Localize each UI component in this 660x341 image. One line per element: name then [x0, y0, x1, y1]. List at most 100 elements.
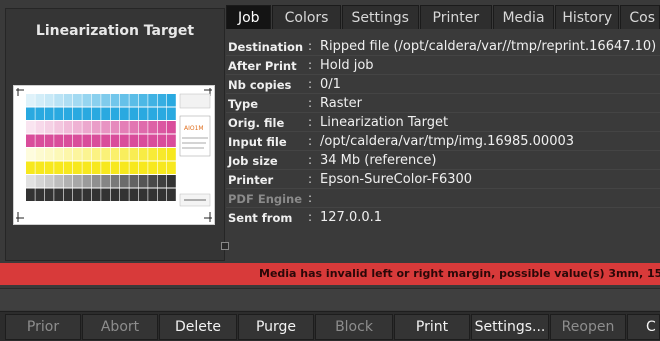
- cut-button[interactable]: C: [627, 314, 660, 340]
- target-patch: [120, 107, 129, 120]
- target-patch: [54, 107, 63, 120]
- target-patch: [54, 134, 63, 147]
- target-patch: [73, 134, 82, 147]
- info-row-sent-from: Sent from : 127.0.0.1: [226, 208, 660, 227]
- settings-button[interactable]: Settings...: [471, 314, 549, 340]
- bottom-toolbar: Prior Abort Delete Purge Block Print Set…: [0, 311, 660, 341]
- target-patch: [73, 188, 82, 201]
- target-patch: [110, 148, 120, 161]
- info-key: Input file: [228, 135, 287, 149]
- target-patch: [82, 107, 92, 120]
- info-value: Hold job: [320, 58, 374, 73]
- target-patch: [138, 134, 148, 147]
- info-separator: :: [308, 191, 313, 205]
- target-patch: [167, 121, 176, 134]
- target-patch: [54, 94, 63, 107]
- target-patch: [167, 188, 176, 201]
- tab-job[interactable]: Job: [226, 5, 272, 29]
- target-patch: [82, 188, 92, 201]
- info-row-orig-file: Orig. file : Linearization Target: [226, 113, 660, 132]
- target-patch: [167, 161, 176, 174]
- target-patch: [73, 94, 82, 107]
- target-patch: [129, 107, 139, 120]
- tab-colors[interactable]: Colors: [272, 5, 341, 29]
- target-patch: [101, 188, 110, 201]
- reopen-button[interactable]: Reopen: [550, 314, 626, 340]
- target-patch: [157, 161, 167, 174]
- target-patch: [138, 148, 148, 161]
- resize-handle[interactable]: [221, 242, 229, 250]
- info-row-after-print: After Print : Hold job: [226, 56, 660, 75]
- target-patch: [35, 161, 45, 174]
- target-patch: [110, 134, 120, 147]
- target-patch: [35, 134, 45, 147]
- target-patch: [110, 107, 120, 120]
- target-patch: [120, 134, 129, 147]
- target-patch: [26, 121, 35, 134]
- target-patch: [101, 161, 110, 174]
- target-patch: [82, 161, 92, 174]
- target-patch: [35, 188, 45, 201]
- info-row-pdf-engine: PDF Engine :: [226, 189, 660, 208]
- target-patch: [120, 94, 129, 107]
- target-patch: [148, 107, 157, 120]
- target-patch: [73, 161, 82, 174]
- target-patch: [157, 188, 167, 201]
- info-key: Orig. file: [228, 116, 285, 130]
- target-patch: [44, 94, 54, 107]
- preview-title: Linearization Target: [35, 23, 195, 39]
- info-key: Nb copies: [228, 78, 292, 92]
- target-patch: [35, 121, 45, 134]
- target-patch: [148, 148, 157, 161]
- job-thumbnail[interactable]: AIO1M: [13, 85, 215, 225]
- target-patch: [91, 175, 101, 188]
- info-separator: :: [308, 172, 313, 186]
- target-patch: [54, 121, 63, 134]
- target-patch: [129, 175, 139, 188]
- tab-printer[interactable]: Printer: [419, 5, 492, 29]
- info-key: Job size: [228, 154, 278, 168]
- target-patch: [63, 134, 73, 147]
- tab-bar: Job Colors Settings Printer Media Histor…: [226, 5, 660, 29]
- target-patch: [91, 188, 101, 201]
- info-separator: :: [308, 39, 313, 53]
- target-patch: [44, 161, 54, 174]
- target-patch: [26, 148, 35, 161]
- tab-media[interactable]: Media: [492, 5, 555, 29]
- target-patch: [63, 121, 73, 134]
- target-patch: [138, 188, 148, 201]
- print-button[interactable]: Print: [394, 314, 470, 340]
- prior-button[interactable]: Prior: [5, 314, 81, 340]
- target-patch: [44, 107, 54, 120]
- target-patch: [26, 188, 35, 201]
- info-row-input-file: Input file : /opt/caldera/var/tmp/img.16…: [226, 132, 660, 151]
- purge-button[interactable]: Purge: [238, 314, 314, 340]
- tab-history[interactable]: History: [555, 5, 620, 29]
- target-patch: [148, 175, 157, 188]
- info-key: Type: [228, 97, 259, 111]
- target-patch: [138, 161, 148, 174]
- delete-button[interactable]: Delete: [159, 314, 237, 340]
- info-value: /opt/caldera/var/tmp/img.16985.00003: [320, 134, 575, 149]
- target-patch: [110, 94, 120, 107]
- target-patch: [148, 94, 157, 107]
- target-patch: [73, 121, 82, 134]
- tab-cost[interactable]: Cos: [620, 5, 660, 29]
- target-patch: [63, 148, 73, 161]
- target-patch: [63, 161, 73, 174]
- info-row-printer: Printer : Epson-SureColor-F6300: [226, 170, 660, 189]
- target-patch: [157, 175, 167, 188]
- target-patch: [157, 134, 167, 147]
- status-strip: [0, 288, 660, 310]
- target-patch: [129, 148, 139, 161]
- target-patch: [63, 188, 73, 201]
- abort-button[interactable]: Abort: [82, 314, 158, 340]
- tab-settings[interactable]: Settings: [341, 5, 419, 29]
- target-patch: [91, 148, 101, 161]
- target-patch: [157, 148, 167, 161]
- target-patch: [26, 134, 35, 147]
- target-patch: [101, 107, 110, 120]
- target-patch: [120, 161, 129, 174]
- block-button[interactable]: Block: [315, 314, 393, 340]
- info-row-destination: Destination : Ripped file (/opt/caldera/…: [226, 37, 660, 56]
